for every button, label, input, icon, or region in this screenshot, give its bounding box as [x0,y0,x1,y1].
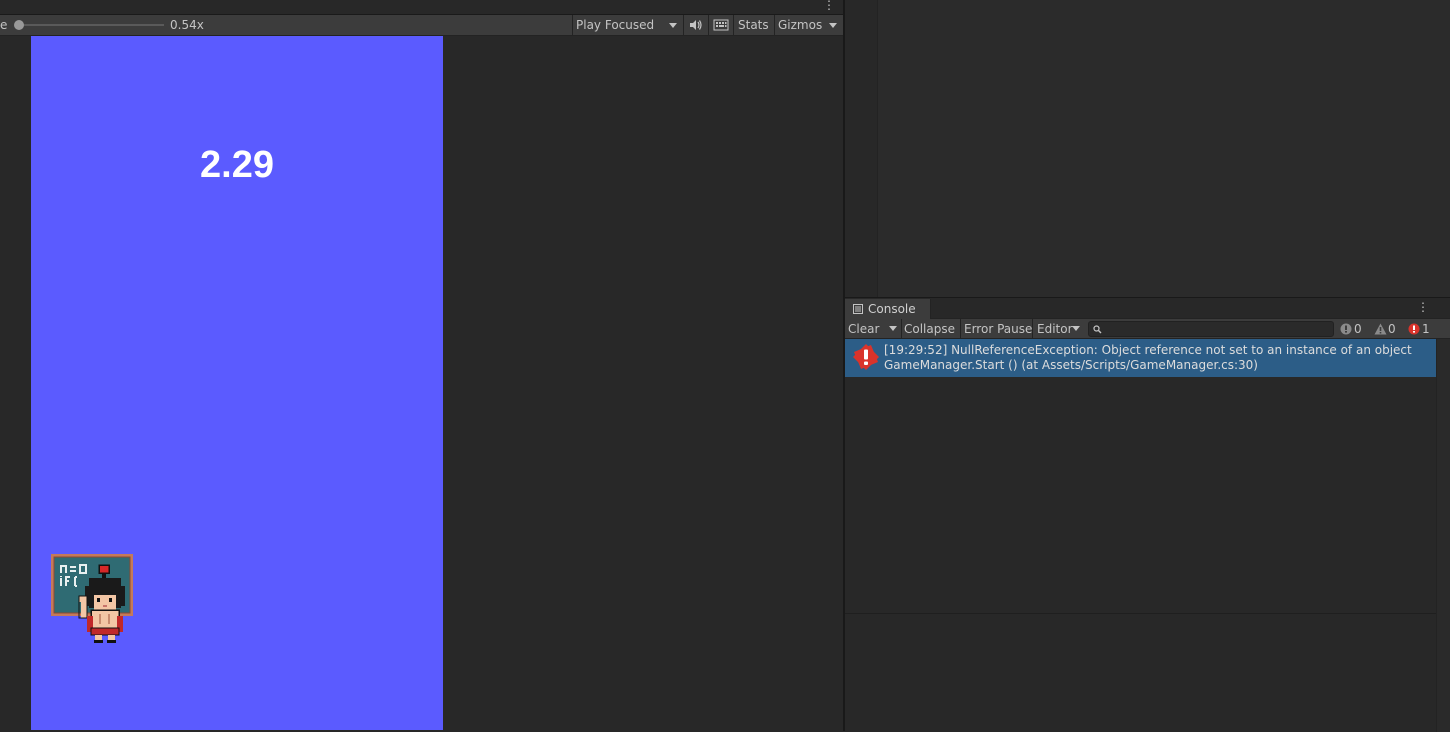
log-count: 0 [1354,322,1362,336]
gizmos-label: Gizmos [778,18,823,32]
scale-slider-thumb[interactable] [14,20,24,30]
console-toolbar: Clear Collapse Error Pause Editor 0 0 1 [845,319,1450,339]
top-strip: ⋮ [0,0,843,15]
game-canvas[interactable]: 2.29 [31,36,443,730]
log-filter-toggle[interactable]: 0 [1338,319,1370,339]
teacher-sprite-icon [51,554,133,643]
console-scrollbar[interactable] [1436,339,1450,732]
log-entry-error[interactable]: [19:29:52] NullReferenceException: Objec… [845,339,1436,377]
scale-value: 0.54x [170,18,204,32]
search-input[interactable] [1105,322,1329,336]
search-icon [1093,325,1102,334]
error-filter-toggle[interactable]: 1 [1406,319,1438,339]
play-mode-dropdown[interactable]: Play Focused [572,15,682,36]
error-pause-button[interactable]: Error Pause [964,319,1032,339]
keyboard-icon [713,19,729,31]
clear-options-dropdown[interactable] [886,319,900,339]
stats-button[interactable]: Stats [734,15,774,36]
toolbar-divider [960,319,961,339]
info-icon [1340,323,1352,335]
error-icon [853,344,879,370]
more-options-icon[interactable]: ⋮ [823,0,835,14]
console-detail-pane [845,614,1436,732]
console-search-field[interactable] [1088,321,1334,337]
error-icon [1408,323,1420,335]
console-log-list[interactable]: [19:29:52] NullReferenceException: Objec… [845,339,1436,613]
console-icon [853,304,863,314]
play-mode-label: Play Focused [576,18,655,32]
game-view-toolbar: e 0.54x Play Focused Stats Gizmos [0,15,843,36]
editor-target-dropdown[interactable]: Editor [1035,319,1083,339]
speaker-icon [690,20,702,30]
clear-button[interactable]: Clear [848,319,879,339]
scale-label: e [0,18,8,32]
chevron-down-icon [669,23,677,28]
editor-label: Editor [1037,322,1073,336]
chevron-down-icon [1072,326,1080,331]
warning-filter-toggle[interactable]: 0 [1372,319,1404,339]
inspector-content [877,0,1450,297]
chevron-down-icon [829,23,837,28]
more-options-icon[interactable]: ⋮ [1417,300,1429,316]
tab-console[interactable]: Console [845,299,931,319]
log-entry-stacktrace: GameManager.Start () (at Assets/Scripts/… [884,358,1258,372]
scale-slider-track[interactable] [18,24,164,26]
timer-text: 2.29 [200,144,274,186]
warning-count: 0 [1388,322,1396,336]
shortcuts-button[interactable] [709,15,733,36]
gizmos-dropdown-button[interactable] [825,15,843,36]
toolbar-divider [901,319,902,339]
console-tab-bar: Console ⋮ [845,298,1450,319]
chevron-down-icon [889,326,897,331]
toolbar-divider [1032,319,1033,339]
error-count: 1 [1422,322,1430,336]
console-panel: Console ⋮ Clear Collapse Error Pause Edi… [845,297,1450,732]
warning-icon [1374,323,1387,335]
console-tab-label: Console [868,302,916,316]
gizmos-button[interactable]: Gizmos [775,15,825,36]
game-view[interactable]: 2.29 [0,36,843,731]
log-entry-message: [19:29:52] NullReferenceException: Objec… [884,343,1412,357]
collapse-button[interactable]: Collapse [904,319,955,339]
inspector-panel [845,0,1450,297]
stats-label: Stats [738,18,769,32]
mute-audio-button[interactable] [684,15,708,36]
